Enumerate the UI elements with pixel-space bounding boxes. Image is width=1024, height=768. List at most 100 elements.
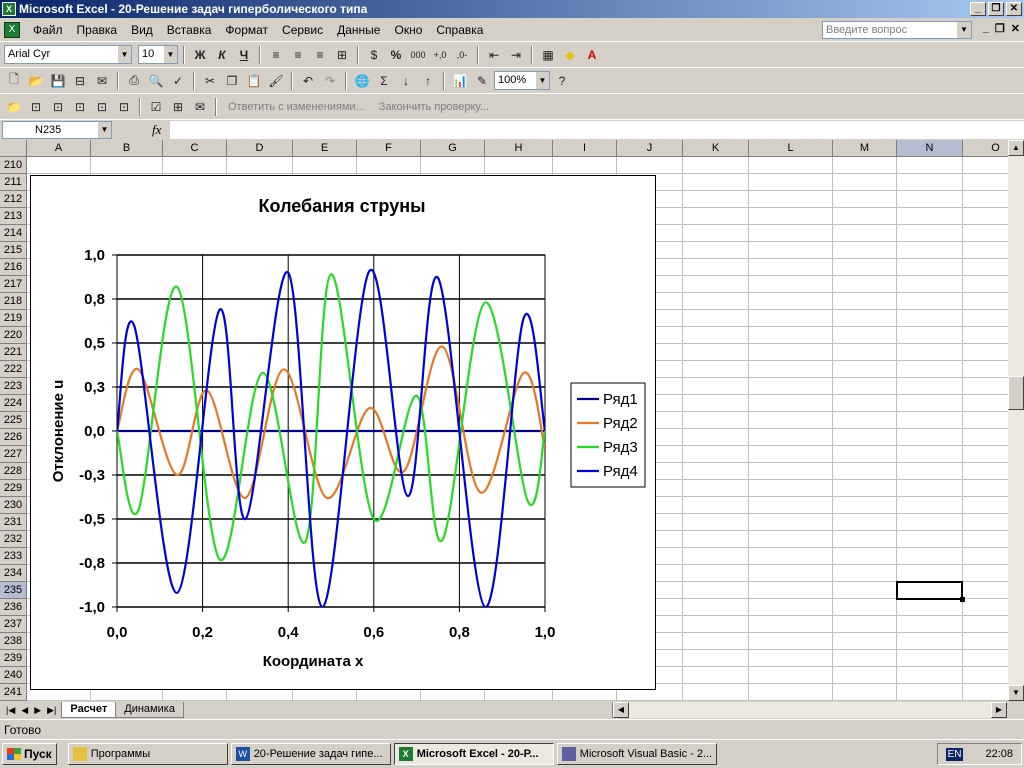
thousands-button[interactable]: 000 — [408, 45, 428, 65]
column-header-j[interactable]: J — [617, 140, 683, 157]
vertical-scrollbar[interactable]: ▲ ▼ — [1008, 140, 1024, 701]
spelling-icon[interactable]: ✓ — [168, 71, 188, 91]
row-header-231[interactable]: 231 — [0, 514, 27, 531]
row-header-218[interactable]: 218 — [0, 293, 27, 310]
row-header-221[interactable]: 221 — [0, 344, 27, 361]
column-header-o[interactable]: O — [963, 140, 1008, 157]
row-header-220[interactable]: 220 — [0, 327, 27, 344]
task-visual-basic[interactable]: Microsoft Visual Basic - 2... — [556, 743, 717, 765]
drawing-icon[interactable]: ✎ — [472, 71, 492, 91]
column-header-e[interactable]: E — [293, 140, 357, 157]
column-header-h[interactable]: H — [485, 140, 553, 157]
select-all-corner[interactable] — [0, 140, 27, 157]
menu-data[interactable]: Данные — [330, 21, 387, 39]
row-header-216[interactable]: 216 — [0, 259, 27, 276]
column-header-f[interactable]: F — [357, 140, 421, 157]
fill-color-icon[interactable]: ◆ — [560, 45, 580, 65]
align-left-icon[interactable]: ≡ — [266, 45, 286, 65]
sort-asc-icon[interactable]: ↓ — [396, 71, 416, 91]
first-sheet-icon[interactable]: |◀ — [6, 705, 15, 716]
row-header-212[interactable]: 212 — [0, 191, 27, 208]
menu-insert[interactable]: Вставка — [160, 21, 219, 39]
row-header-230[interactable]: 230 — [0, 497, 27, 514]
next-sheet-icon[interactable]: ▶ — [34, 705, 41, 716]
menu-window[interactable]: Окно — [387, 21, 429, 39]
bold-button[interactable]: Ж — [190, 45, 210, 65]
hyperlink-icon[interactable]: 🌐 — [352, 71, 372, 91]
row-header-240[interactable]: 240 — [0, 667, 27, 684]
row-header-223[interactable]: 223 — [0, 378, 27, 395]
vertical-scroll-thumb[interactable] — [1008, 376, 1024, 410]
underline-button[interactable]: Ч — [234, 45, 254, 65]
merge-center-icon[interactable]: ⊞ — [332, 45, 352, 65]
chevron-down-icon[interactable]: ▼ — [164, 46, 177, 63]
menu-format[interactable]: Формат — [218, 21, 275, 39]
scroll-right-icon[interactable]: ▶ — [991, 702, 1007, 718]
task-word-document[interactable]: W 20-Решение задач гипе... — [230, 743, 391, 765]
row-header-229[interactable]: 229 — [0, 480, 27, 497]
task-excel[interactable]: X Microsoft Excel - 20-Р... — [393, 743, 554, 765]
review-icon[interactable]: ⊡ — [70, 97, 90, 117]
doc-restore-button[interactable]: ❐ — [995, 22, 1005, 35]
open-icon[interactable]: 📂 — [26, 71, 46, 91]
increase-indent-icon[interactable]: ⇥ — [506, 45, 526, 65]
paste-icon[interactable]: 📋 — [244, 71, 264, 91]
row-header-237[interactable]: 237 — [0, 616, 27, 633]
chevron-down-icon[interactable]: ▼ — [118, 46, 131, 63]
menu-view[interactable]: Вид — [124, 21, 160, 39]
minimize-button[interactable]: _ — [970, 2, 986, 16]
currency-icon[interactable]: $ — [364, 45, 384, 65]
menu-tools[interactable]: Сервис — [275, 21, 330, 39]
sheet-tab-raschet[interactable]: Расчет — [61, 702, 117, 718]
send-icon[interactable]: ✉ — [190, 97, 210, 117]
language-indicator[interactable]: EN — [945, 747, 964, 761]
column-header-i[interactable]: I — [553, 140, 617, 157]
row-header-236[interactable]: 236 — [0, 599, 27, 616]
fill-handle[interactable] — [960, 597, 965, 602]
help-question-input[interactable]: Введите вопрос ▼ — [822, 21, 972, 39]
font-name-select[interactable]: Arial Cyr ▼ — [4, 45, 132, 64]
row-header-227[interactable]: 227 — [0, 446, 27, 463]
column-header-b[interactable]: B — [91, 140, 163, 157]
increase-decimal-icon[interactable]: +,0 — [430, 45, 450, 65]
window-titlebar[interactable]: X Microsoft Excel - 20-Решение задач гип… — [0, 0, 1024, 18]
row-header-233[interactable]: 233 — [0, 548, 27, 565]
undo-icon[interactable]: ↶ — [298, 71, 318, 91]
chart-area[interactable]: Колебания струны Координата x Отклонение… — [30, 175, 656, 690]
reply-with-changes-button[interactable]: Ответить с изменениями... — [222, 101, 371, 113]
row-header-213[interactable]: 213 — [0, 208, 27, 225]
fx-icon[interactable]: fx — [152, 122, 161, 138]
row-header-211[interactable]: 211 — [0, 174, 27, 191]
name-box[interactable]: N235 ▼ — [2, 121, 112, 139]
column-header-g[interactable]: G — [421, 140, 485, 157]
align-center-icon[interactable]: ≡ — [288, 45, 308, 65]
row-header-225[interactable]: 225 — [0, 412, 27, 429]
email-icon[interactable]: ✉ — [92, 71, 112, 91]
end-review-button[interactable]: Закончить проверку... — [373, 101, 495, 113]
column-header-n[interactable]: N — [897, 140, 963, 157]
help-icon[interactable]: ? — [552, 71, 572, 91]
row-header-239[interactable]: 239 — [0, 650, 27, 667]
start-button[interactable]: Пуск — [2, 743, 57, 765]
format-painter-icon[interactable]: 🖌 — [266, 71, 286, 91]
review-icon[interactable]: ⊡ — [48, 97, 68, 117]
sheet-tab-dinamika[interactable]: Динамика — [115, 702, 184, 718]
align-right-icon[interactable]: ≡ — [310, 45, 330, 65]
column-header-m[interactable]: M — [833, 140, 897, 157]
review-icon[interactable]: ⊡ — [92, 97, 112, 117]
percent-button[interactable]: % — [386, 45, 406, 65]
row-header-222[interactable]: 222 — [0, 361, 27, 378]
doc-close-button[interactable]: ✕ — [1011, 22, 1020, 35]
compare-icon[interactable]: ⊞ — [168, 97, 188, 117]
chevron-down-icon[interactable]: ▼ — [98, 122, 111, 138]
row-header-241[interactable]: 241 — [0, 684, 27, 701]
sort-desc-icon[interactable]: ↑ — [418, 71, 438, 91]
row-header-228[interactable]: 228 — [0, 463, 27, 480]
decrease-decimal-icon[interactable]: ,0- — [452, 45, 472, 65]
row-header-214[interactable]: 214 — [0, 225, 27, 242]
column-header-c[interactable]: C — [163, 140, 227, 157]
scroll-up-icon[interactable]: ▲ — [1008, 140, 1024, 156]
chevron-down-icon[interactable]: ▼ — [536, 72, 549, 89]
new-icon[interactable]: 🗋 — [4, 71, 24, 91]
cut-icon[interactable]: ✂ — [200, 71, 220, 91]
